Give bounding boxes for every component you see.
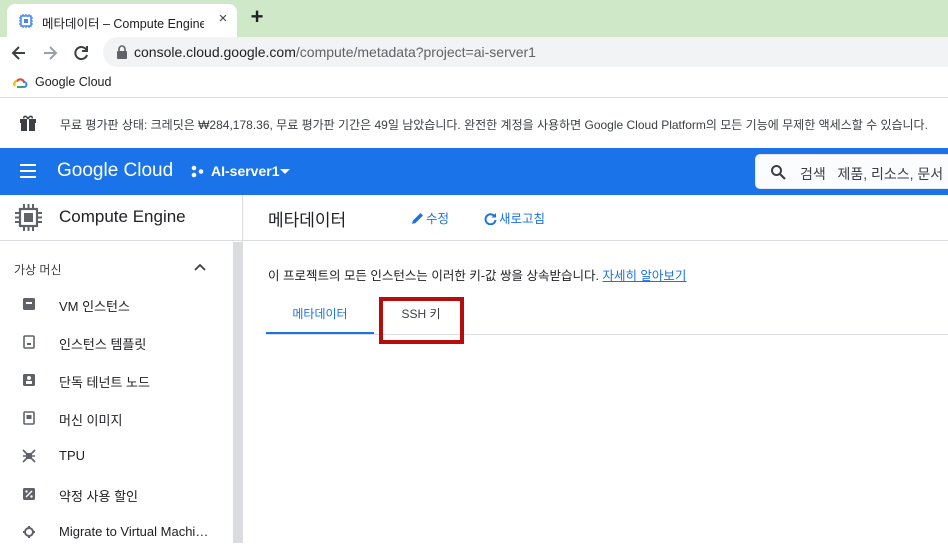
refresh-label: 새로고침	[499, 212, 546, 226]
sidebar-item-vm-instances[interactable]: VM 인스턴스	[0, 286, 232, 324]
bookmarks-bar: Google Cloud	[0, 68, 948, 98]
sole-tenant-icon	[23, 374, 35, 386]
chevron-up-icon[interactable]	[193, 261, 207, 275]
close-tab-icon[interactable]: ×	[214, 10, 232, 28]
page-header: 메타데이터 수정 새로고침	[243, 195, 948, 241]
browser-tab-strip: 메타데이터 – Compute Engine – × +	[0, 0, 948, 37]
sidebar-scrollbar[interactable]	[233, 242, 242, 543]
sidebar-item-instance-templates[interactable]: 인스턴스 템플릿	[0, 324, 232, 362]
edit-label: 수정	[426, 212, 450, 226]
sidebar-item-tpu[interactable]: TPU	[0, 438, 232, 476]
instance-templates-icon	[23, 335, 35, 349]
pencil-icon	[412, 213, 423, 224]
compute-engine-icon	[15, 204, 42, 231]
product-title: Compute Engine	[59, 207, 186, 226]
product-header: Compute Engine	[0, 195, 242, 241]
url-path: /compute/metadata?project=ai-server1	[295, 44, 536, 60]
url-host: console.cloud.google.com	[134, 44, 296, 60]
back-arrow-icon[interactable]	[8, 42, 30, 64]
address-bar[interactable]: console.cloud.google.com/compute/metadat…	[103, 37, 948, 67]
page-title: 메타데이터	[268, 211, 347, 230]
new-tab-button[interactable]: +	[246, 6, 268, 28]
sidebar-item-label: VM 인스턴스	[59, 299, 130, 314]
learn-more-link[interactable]: 자세히 알아보기	[602, 269, 686, 283]
sidebar-item-label: 단독 테넌트 노드	[59, 375, 150, 390]
sidebar-item-sole-tenant-nodes[interactable]: 단독 테넌트 노드	[0, 362, 232, 400]
sidebar-item-label: 머신 이미지	[59, 413, 123, 428]
section-vm-label: 가상 머신	[14, 263, 62, 277]
sidebar-item-label: 약정 사용 할인	[59, 489, 138, 504]
compute-engine-favicon-icon	[19, 14, 33, 28]
browser-tab[interactable]: 메타데이터 – Compute Engine – ×	[7, 4, 237, 37]
google-cloud-logo-icon	[13, 78, 28, 88]
metadata-tabs: 메타데이터 SSH 키	[266, 295, 948, 335]
bookmark-google-cloud[interactable]: Google Cloud	[35, 75, 111, 89]
search-hint: 제품, 리소스, 문서	[837, 166, 944, 182]
forward-arrow-icon[interactable]	[39, 42, 61, 64]
lock-icon[interactable]	[115, 44, 129, 60]
reload-icon[interactable]	[70, 42, 92, 64]
inherit-description: 이 프로젝트의 모든 인스턴스는 이러한 키-값 쌍을 상속받습니다. 자세히 …	[268, 265, 686, 284]
migrate-icon	[23, 526, 35, 538]
inherit-text: 이 프로젝트의 모든 인스턴스는 이러한 키-값 쌍을 상속받습니다.	[268, 269, 599, 283]
sidebar-item-committed-use[interactable]: 약정 사용 할인	[0, 476, 232, 514]
gift-icon	[20, 115, 36, 131]
main-content: 메타데이터 수정 새로고침 이 프로젝트의 모든 인스턴스는 이러한 키-값 쌍…	[243, 195, 948, 543]
project-icon	[191, 165, 204, 178]
search-input[interactable]: 검색 제품, 리소스, 문서	[755, 154, 948, 189]
caret-down-icon[interactable]	[278, 162, 292, 180]
refresh-button[interactable]: 새로고침	[484, 208, 545, 228]
sidebar-item-migrate[interactable]: Migrate to Virtual Machin...	[0, 514, 232, 552]
sidebar-item-label: TPU	[59, 448, 85, 463]
sidebar-item-machine-images[interactable]: 머신 이미지	[0, 400, 232, 438]
browser-tab-title: 메타데이터 – Compute Engine –	[42, 17, 204, 31]
machine-image-icon	[23, 411, 35, 425]
trial-status-text: 무료 평가판 상태: 크레딧은 ₩284,178.36, 무료 평가판 기간은 …	[60, 118, 928, 132]
console-header: Google Cloud AI-server1 검색 제품, 리소스, 문서	[0, 148, 948, 195]
vm-instances-icon	[23, 298, 35, 310]
tab-metadata[interactable]: 메타데이터	[266, 295, 374, 334]
sidebar: Compute Engine 가상 머신 VM 인스턴스 인스턴스 템플릿 단독…	[0, 195, 243, 543]
refresh-icon	[484, 213, 497, 225]
project-selector[interactable]: AI-server1	[211, 163, 280, 179]
free-trial-banner: 무료 평가판 상태: 크레딧은 ₩284,178.36, 무료 평가판 기간은 …	[0, 99, 948, 148]
google-cloud-logo[interactable]: Google Cloud	[57, 160, 173, 182]
sidebar-item-label: 인스턴스 템플릿	[59, 337, 147, 352]
search-placeholder: 검색 제품, 리소스, 문서	[800, 164, 943, 184]
committed-use-icon	[23, 488, 35, 500]
search-label: 검색	[800, 166, 826, 182]
edit-button[interactable]: 수정	[411, 208, 449, 228]
search-icon	[771, 165, 786, 180]
menu-icon[interactable]	[18, 161, 38, 181]
url-text: console.cloud.google.com/compute/metadat…	[134, 44, 536, 60]
tpu-icon	[22, 449, 36, 463]
sidebar-item-label: Migrate to Virtual Machin...	[59, 524, 209, 539]
tab-ssh-keys[interactable]: SSH 키	[378, 295, 464, 334]
